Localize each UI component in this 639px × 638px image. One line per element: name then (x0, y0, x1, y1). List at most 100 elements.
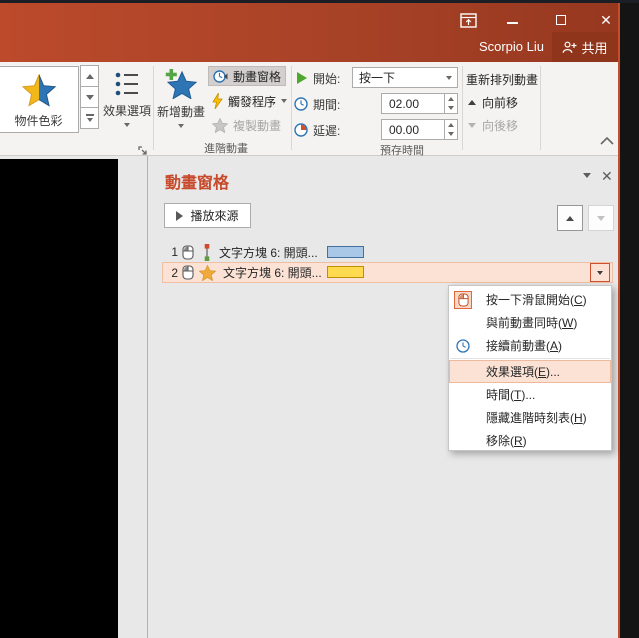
add-animation-button[interactable]: 新增動畫 (156, 66, 206, 151)
minimize-icon (506, 22, 518, 24)
move-later-button[interactable]: 向後移 (468, 116, 518, 134)
move-earlier-label: 向前移 (482, 95, 519, 110)
duration-spinner[interactable]: 02.00 (381, 93, 458, 114)
start-field-row: 開始: (297, 67, 340, 89)
play-from-button[interactable]: 播放來源 (164, 203, 251, 228)
animation-pane-button[interactable]: 動畫窗格 (208, 66, 287, 86)
menu-item-label: 效果選項(E)... (486, 365, 561, 379)
more-bar-icon (85, 114, 94, 116)
gallery-scroll-up-button[interactable] (80, 65, 99, 87)
maximize-icon (556, 15, 566, 25)
effect-options-button[interactable]: 效果選項 (102, 66, 152, 151)
animation-pane-title: 動畫窗格 (165, 175, 230, 192)
animation-gallery-item-object-color[interactable]: 物件色彩 (0, 66, 79, 133)
ribbon-animations: 物件色彩 效果選項 新增動畫 動畫窗格 觸發程序 複製動畫 進階動畫 開始: 按… (0, 62, 618, 157)
menu-item-hide-advanced-timeline[interactable]: 隱藏進階時刻表(H) (449, 406, 611, 429)
painter-star-icon (211, 117, 229, 133)
dropdown-arrow-icon (281, 99, 288, 103)
menu-item-label: 時間(T)... (486, 388, 536, 402)
menu-item-label: 接續前動畫(A) (486, 339, 563, 353)
menu-item-remove[interactable]: 移除(R) (449, 429, 611, 452)
delay-label: 延遲: (313, 123, 341, 138)
title-bar: ✕ Scorpio Liu 共用 (0, 3, 618, 62)
share-button[interactable]: 共用 (552, 32, 618, 62)
mouse-click-icon (182, 244, 194, 260)
gallery-more-button[interactable] (80, 107, 99, 129)
pane-divider[interactable] (147, 156, 148, 638)
move-earlier-arrow-icon (468, 99, 476, 105)
move-later-label: 向後移 (482, 118, 519, 133)
effect-options-bullets-icon (114, 70, 140, 98)
duration-label: 期間: (313, 97, 341, 112)
animation-timeline-bar[interactable] (327, 246, 364, 258)
pane-menu-button[interactable] (583, 173, 591, 196)
start-value: 按一下 (359, 71, 396, 85)
down-arrow-icon (597, 215, 605, 221)
mouse-click-icon (454, 290, 472, 309)
add-animation-label: 新增動畫 (156, 105, 205, 119)
add-animation-star-icon (165, 69, 198, 100)
close-icon: ✕ (600, 12, 612, 28)
move-later-arrow-icon (468, 122, 476, 128)
gallery-scroll-down-button[interactable] (80, 86, 99, 108)
menu-item-start-on-click[interactable]: 按一下滑鼠開始(C) (449, 288, 611, 311)
account-name[interactable]: Scorpio Liu (479, 39, 544, 54)
start-label: 開始: (313, 71, 341, 86)
animation-item-text: 文字方塊 6: 開頭... (219, 245, 318, 260)
workspace: 動畫窗格 ✕ 播放來源 1 文字方塊 6: 開頭... 2 文字方塊 6: 開頭… (0, 156, 618, 638)
minimize-button[interactable] (501, 13, 523, 33)
advanced-animation-group-label: 進階動畫 (204, 143, 248, 155)
menu-item-start-after-previous[interactable]: 接續前動畫(A) (449, 334, 611, 357)
animation-item-1[interactable]: 1 文字方塊 6: 開頭... (162, 242, 613, 262)
more-arrow-icon (86, 117, 93, 122)
pane-move-up-button[interactable] (557, 205, 583, 231)
menu-item-timing[interactable]: 時間(T)... (449, 383, 611, 406)
star-effect-icon (198, 264, 217, 281)
animation-order-number: 1 (171, 245, 178, 259)
pane-close-button[interactable]: ✕ (601, 168, 613, 185)
two-tone-star-icon (21, 73, 56, 107)
menu-item-label: 與前動畫同時(W) (486, 316, 578, 330)
pane-menu-arrow-icon (583, 173, 591, 195)
delay-value: 00.00 (389, 122, 420, 137)
animation-context-menu: 按一下滑鼠開始(C) 與前動畫同時(W) 接續前動畫(A) 效果選項(E)...… (448, 285, 612, 451)
animation-pane-label: 動畫窗格 (233, 69, 282, 84)
group-separator (540, 66, 541, 150)
menu-item-label: 按一下滑鼠開始(C) (486, 293, 587, 307)
pane-move-down-button[interactable] (588, 205, 614, 231)
collapse-ribbon-button[interactable] (600, 132, 614, 150)
move-earlier-button[interactable]: 向前移 (468, 93, 518, 111)
trigger-label: 觸發程序 (228, 94, 277, 109)
animation-pane-icon (213, 69, 228, 84)
lightning-icon (212, 92, 223, 110)
play-icon (176, 210, 184, 221)
delay-spinner[interactable]: 00.00 (381, 119, 458, 140)
powerpoint-screen: ✕ Scorpio Liu 共用 物件色彩 效果選項 新增動畫 動畫窗格 觸發程… (0, 0, 639, 638)
spinner-arrows[interactable] (444, 120, 457, 139)
dropdown-arrow-icon (178, 124, 184, 128)
start-combobox[interactable]: 按一下 (352, 67, 458, 88)
menu-item-start-with-previous[interactable]: 與前動畫同時(W) (449, 311, 611, 334)
duration-field-row: 期間: (294, 93, 340, 115)
close-button[interactable]: ✕ (595, 10, 617, 30)
share-button-label: 共用 (581, 40, 608, 56)
animation-item-2-selected[interactable]: 2 文字方塊 6: 開頭... (162, 262, 613, 283)
reorder-animation-title: 重新排列動畫 (466, 73, 539, 87)
ribbon-display-options-icon (459, 12, 477, 28)
ribbon-display-options-button[interactable] (457, 10, 479, 30)
gallery-scroll-strip (80, 65, 99, 129)
powerpoint-window: ✕ Scorpio Liu 共用 物件色彩 效果選項 新增動畫 動畫窗格 觸發程… (0, 3, 620, 638)
dropdown-arrow-icon (124, 123, 130, 127)
trigger-button[interactable]: 觸發程序 (208, 91, 291, 111)
animation-timeline-bar[interactable] (327, 266, 364, 278)
menu-item-effect-options[interactable]: 效果選項(E)... (449, 360, 611, 383)
mouse-click-icon (182, 265, 194, 280)
spinner-arrows[interactable] (444, 94, 457, 113)
animation-painter-button[interactable]: 複製動畫 (208, 115, 285, 135)
maximize-button[interactable] (550, 10, 572, 30)
menu-separator (450, 358, 610, 359)
animation-item-dropdown-button[interactable] (590, 263, 610, 282)
group-separator (462, 66, 463, 150)
menu-item-label: 移除(R) (486, 434, 527, 448)
slide-canvas[interactable] (0, 159, 118, 638)
